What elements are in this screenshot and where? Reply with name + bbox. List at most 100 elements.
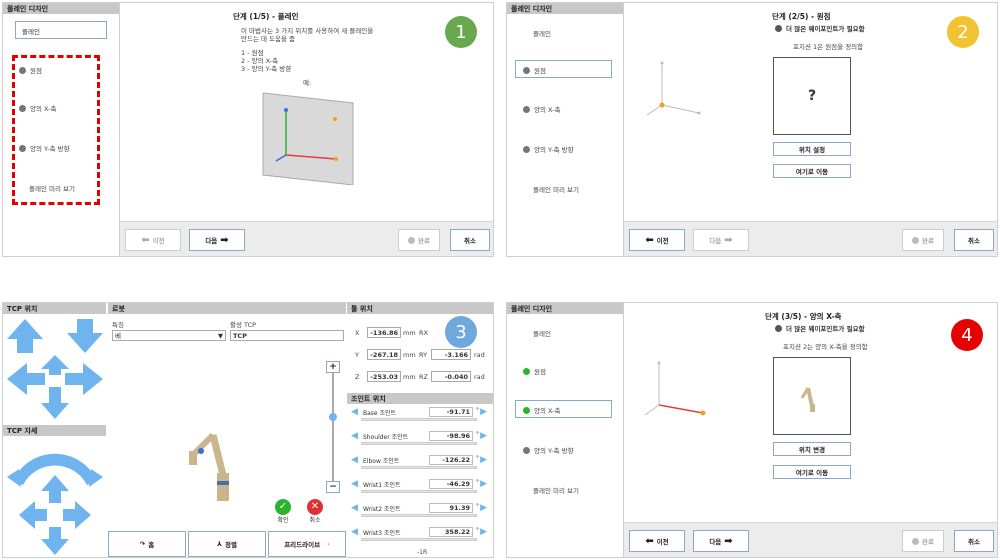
sidebar-item-x-axis[interactable]: 양의 X-축 xyxy=(523,104,560,114)
footer-note: -1R xyxy=(417,549,428,556)
finish-button[interactable]: 완료 xyxy=(902,530,944,552)
arrow-left-icon[interactable]: ◀ xyxy=(351,431,358,441)
prev-button[interactable]: ⬅ 이전 xyxy=(629,530,685,552)
cancel-button[interactable]: ✕ 취소 xyxy=(304,499,326,525)
sidebar-item-label: 플레인 xyxy=(533,30,551,38)
arrow-right-icon[interactable]: ▶ xyxy=(480,503,487,513)
chevron-down-icon: ▼ xyxy=(218,332,223,340)
move-here-button[interactable]: 여기로 이동 xyxy=(773,164,851,178)
ok-button[interactable]: ✓ 확인 xyxy=(272,499,294,525)
next-button[interactable]: 다음 ➡ xyxy=(693,530,749,552)
arrow-right-icon[interactable]: ▶ xyxy=(480,431,487,441)
arrow-right-icon[interactable]: ▶ xyxy=(480,407,487,417)
home-button[interactable]: ↷ 홈 xyxy=(108,531,186,557)
ry-unit: rad xyxy=(474,351,485,359)
robot-arm-preview xyxy=(800,387,815,412)
waypoint-warning: 더 많은 웨이포인트가 필요함 xyxy=(775,23,865,33)
sidebar-item-preview[interactable]: 플레인 미리 보기 xyxy=(29,183,75,193)
joint-slider[interactable] xyxy=(361,490,477,493)
change-position-button[interactable]: 위치 변경 xyxy=(773,442,851,456)
plane-design-sidebar: 플레인 디자인 플레인 원점 양의 X-축 양의 Y-축 방향 플레인 미리 보… xyxy=(507,3,624,256)
y-field[interactable]: -267.18 xyxy=(367,349,401,360)
cancel-button[interactable]: 취소 xyxy=(954,229,994,251)
arrow-right-icon[interactable]: ▶ xyxy=(480,455,487,465)
arrow-left-icon[interactable]: ◀ xyxy=(351,503,358,513)
joint-position-panel: 조인트 위치 ◀ Base 조인트 -91.71 ° ▶ ◀ Shoulder 조인트 -9… xyxy=(347,393,493,557)
x-field[interactable]: -136.86 xyxy=(367,327,401,338)
next-button[interactable]: 다음 ➡ xyxy=(693,229,749,251)
set-position-button[interactable]: 위치 설정 xyxy=(773,142,851,156)
cancel-button[interactable]: 취소 xyxy=(450,229,490,251)
arrow-right-icon[interactable]: ▶ xyxy=(480,527,487,537)
cancel-button[interactable]: 취소 xyxy=(954,530,994,552)
z-unit: mm xyxy=(403,373,416,381)
zoom-slider-track[interactable] xyxy=(332,371,334,489)
sidebar-item-x-axis[interactable]: 양의 X-축 xyxy=(19,103,56,113)
joint-position-header: 조인트 위치 xyxy=(347,393,493,404)
freedrive-button[interactable]: 프리드라이브 › xyxy=(268,531,346,557)
next-button[interactable]: 다음 ➡ xyxy=(189,229,245,251)
degree-unit: ° xyxy=(476,455,479,462)
sidebar-item-origin[interactable]: 원점 xyxy=(523,366,546,376)
zoom-out-button[interactable]: − xyxy=(326,481,340,493)
arrow-left-icon[interactable]: ◀ xyxy=(351,527,358,537)
chevron-right-icon: › xyxy=(327,540,330,548)
rz-field[interactable]: -0.040 xyxy=(431,371,471,382)
sidebar-item-origin[interactable]: 원점 xyxy=(523,65,546,75)
align-button[interactable]: ⅄ 정렬 xyxy=(188,531,266,557)
sidebar-item-plane[interactable]: 플레인 xyxy=(533,28,551,38)
arrow-left-icon[interactable]: ◀ xyxy=(351,455,358,465)
y-label: Y xyxy=(355,351,359,359)
feature-select[interactable]: 베 ▼ xyxy=(112,330,226,341)
zoom-slider-handle[interactable] xyxy=(329,413,337,421)
sidebar-item-preview[interactable]: 플레인 미리 보기 xyxy=(533,184,579,194)
prev-button[interactable]: ⬅ 이전 xyxy=(125,229,181,251)
joint-value[interactable]: -126.22 xyxy=(429,455,473,465)
next-label: 다음 xyxy=(205,237,218,245)
finish-button[interactable]: 완료 xyxy=(902,229,944,251)
joint-slider[interactable] xyxy=(361,466,477,469)
joint-slider[interactable] xyxy=(361,538,477,541)
sidebar-item-x-axis[interactable]: 양의 X-축 xyxy=(523,405,560,415)
joint-slider[interactable] xyxy=(361,514,477,517)
prev-button[interactable]: ⬅ 이전 xyxy=(629,229,685,251)
joint-value[interactable]: -91.71 xyxy=(429,407,473,417)
arrow-right-icon[interactable]: ▶ xyxy=(480,479,487,489)
joint-row: ◀ Base 조인트 -91.71 ° ▶ xyxy=(351,407,487,425)
joint-value[interactable]: -98.96 xyxy=(429,431,473,441)
sidebar-item-label: 양의 X-축 xyxy=(30,105,57,113)
sidebar-item-preview[interactable]: 플레인 미리 보기 xyxy=(533,485,579,495)
x-axis-3d-view xyxy=(644,361,706,416)
joint-value[interactable]: -46.29 xyxy=(429,479,473,489)
status-dot-icon xyxy=(19,66,26,74)
z-field[interactable]: -253.03 xyxy=(367,371,401,382)
finish-label: 완료 xyxy=(922,538,934,546)
sidebar-item-plane[interactable]: 플레인 xyxy=(533,328,551,338)
joint-value[interactable]: 91.39 xyxy=(429,503,473,513)
step-list-3: 3 - 양의 Y-축 방향 xyxy=(241,65,292,73)
z-label: Z xyxy=(355,373,360,381)
y-unit: mm xyxy=(403,351,416,359)
sidebar-item-y-axis[interactable]: 양의 Y-축 방향 xyxy=(19,143,70,153)
joint-label: Elbow 조인트 xyxy=(363,458,400,465)
ok-label: 확인 xyxy=(277,517,289,524)
joint-value[interactable]: 358.22 xyxy=(429,527,473,537)
sidebar-item-y-axis[interactable]: 양의 Y-축 방향 xyxy=(523,445,574,455)
move-here-button[interactable]: 여기로 이동 xyxy=(773,465,851,479)
joint-slider[interactable] xyxy=(361,442,477,445)
ry-label: RY xyxy=(419,351,428,359)
zoom-in-button[interactable]: + xyxy=(326,361,340,373)
sidebar-item-origin[interactable]: 원점 xyxy=(19,65,42,75)
finish-button[interactable]: 완료 xyxy=(398,229,440,251)
plane-name-field[interactable]: 플레인 xyxy=(15,21,107,39)
joint-slider[interactable] xyxy=(361,418,477,421)
sidebar-item-y-axis[interactable]: 양의 Y-축 방향 xyxy=(523,144,574,154)
joint-row: ◀ Elbow 조인트 -126.22 ° ▶ xyxy=(351,455,487,473)
sidebar-item-label: 양의 Y-축 방향 xyxy=(534,146,574,154)
tcp-orientation-arrows xyxy=(7,453,103,555)
move-here-label: 여기로 이동 xyxy=(795,469,829,477)
ry-field[interactable]: -3.166 xyxy=(431,349,471,360)
arrow-left-icon[interactable]: ◀ xyxy=(351,407,358,417)
active-tcp-field[interactable]: TCP xyxy=(230,330,344,341)
arrow-left-icon[interactable]: ◀ xyxy=(351,479,358,489)
